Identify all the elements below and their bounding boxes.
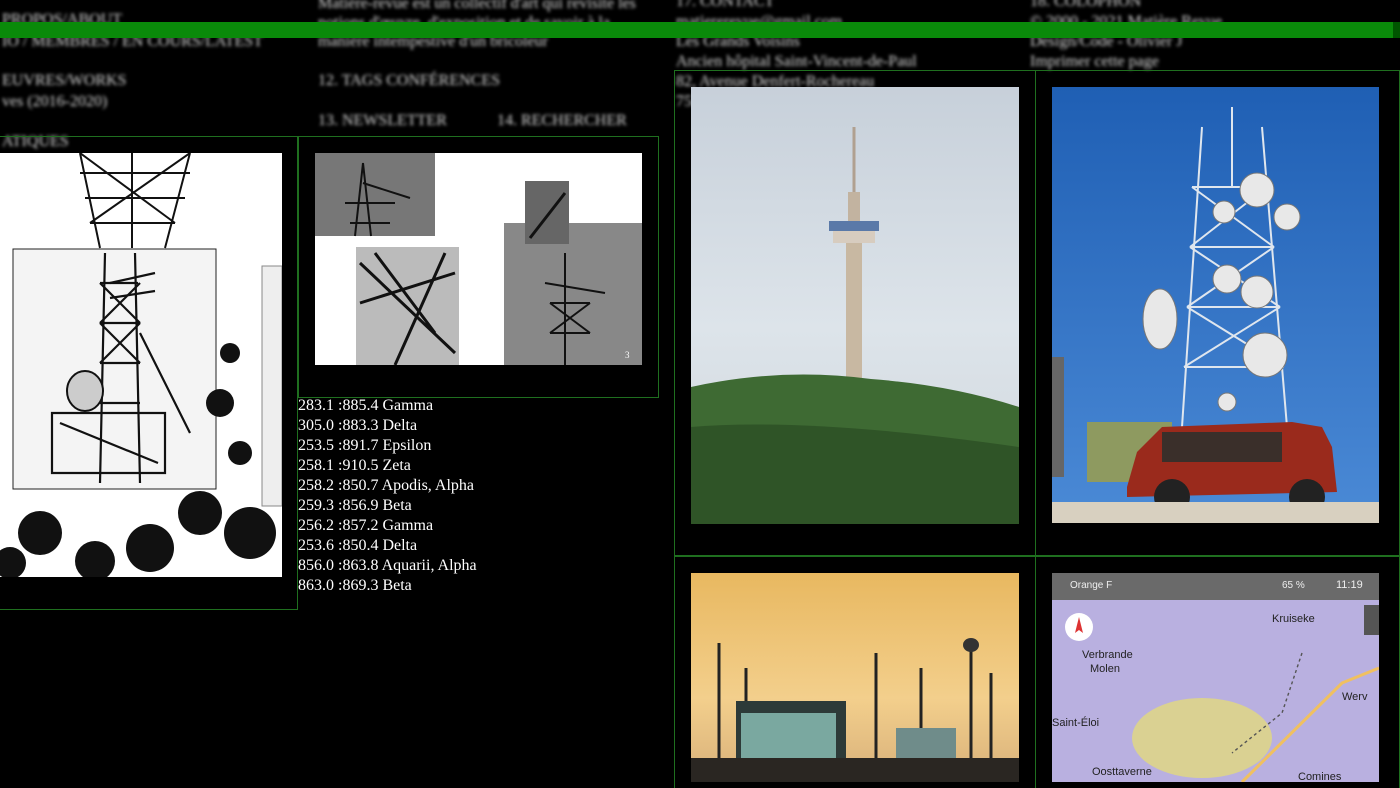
contact-venue-address: Ancien hôpital Saint-Vincent-de-Paul [676,53,917,70]
frequency-item: 283.1 :885.4 Gamma [298,397,434,414]
document-spread-image: 3 [315,153,642,365]
menu-works[interactable]: EUVRES/WORKS [2,71,126,91]
map-place-label: Werv [1342,691,1368,703]
frequency-item: 856.0 :863.8 Aquarii, Alpha [298,557,477,574]
tv-tower-drawing [691,127,1019,524]
frequency-item: 863.0 :869.3 Beta [298,577,412,594]
tower-collage-image [0,153,282,577]
menu-archive[interactable]: ves (2016-2020) [2,92,107,112]
frequency-item: 305.0 :883.3 Delta [298,417,418,434]
map-place-label: Kruiseke [1272,613,1315,625]
map-place-label: Saint-Éloi [1052,717,1100,729]
intro-line-1: Matière-revue est un collectif d'art qui… [318,0,636,12]
antenna-tower-photo [1052,87,1379,523]
frequency-item: 259.3 :856.9 Beta [298,497,412,514]
map-drawing [1065,605,1379,782]
frequency-item: 253.6 :850.4 Delta [298,537,418,554]
page-number: 3 [625,350,630,360]
menu-tags[interactable]: 12. TAGS CONFÉRENCES [318,71,500,91]
frequency-item: 258.1 :910.5 Zeta [298,457,411,474]
map-place-label: Comines [1298,771,1342,782]
tv-tower-photo [691,87,1019,524]
frequency-item: 258.2 :850.7 Apodis, Alpha [298,477,475,494]
frequency-item: 253.5 :891.7 Epsilon [298,437,432,454]
map-screenshot: Orange F 65 % 11:19 Kruiseke Verbrande Mol… [1052,573,1379,782]
tower-collage-drawing [0,153,282,577]
document-spread-drawing: 3 [315,153,642,365]
menu-newsletter[interactable]: 13. NEWSLETTER [318,111,447,131]
map-place-label: Oosttaverne [1092,766,1152,778]
map-place-label: Molen [1090,663,1120,675]
rooftop-sunset-drawing [691,638,1019,782]
map-place-label: Verbrande [1082,649,1133,661]
antenna-tower-drawing [1052,107,1379,523]
frequency-item: 256.2 :857.2 Gamma [298,517,434,534]
rooftop-sunset-photo [691,573,1019,782]
print-link[interactable]: Imprimer cette page [1030,52,1159,72]
scroll-progress-fill [0,22,1393,38]
menu-contact[interactable]: 17. CONTACT [676,0,774,12]
frequency-list: 283.1 :885.4 Gamma 305.0 :883.3 Delta 253.… [298,396,477,596]
menu-colophon[interactable]: 18. COLOPHON [1030,0,1141,12]
scroll-progress-bar [0,22,1400,38]
menu-search[interactable]: 14. RECHERCHER [497,111,627,131]
